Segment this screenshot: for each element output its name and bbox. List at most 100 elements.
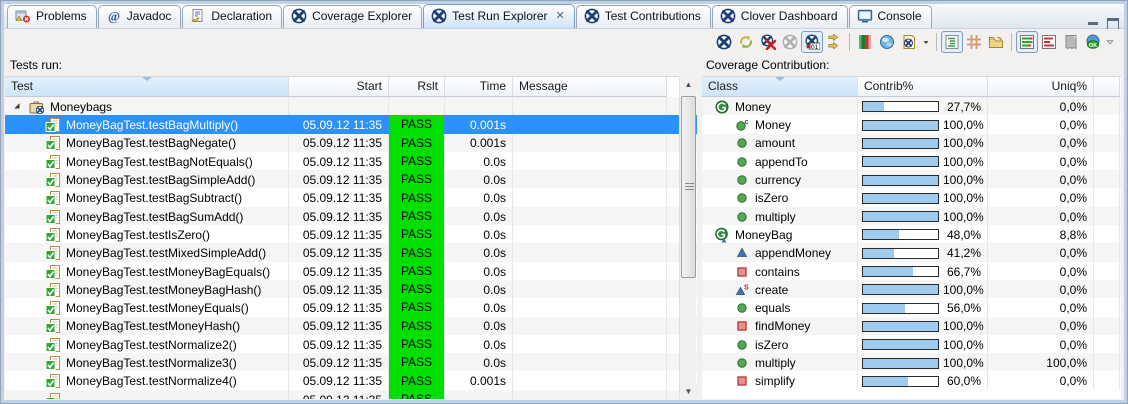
coverage-bar bbox=[862, 321, 939, 332]
coverage-member-row[interactable]: multiply100,0%100,0% bbox=[702, 353, 1121, 371]
clear-coverage-icon[interactable] bbox=[779, 31, 801, 53]
coverage-member-row[interactable]: cMoney100,0%0,0% bbox=[702, 115, 1121, 133]
coverage-markers-icon[interactable] bbox=[854, 31, 876, 53]
tab-test-contributions[interactable]: Test Contributions bbox=[576, 5, 711, 28]
tab-test-run-explorer[interactable]: Test Run Explorer✕ bbox=[423, 4, 575, 28]
blank-page-icon[interactable] bbox=[1060, 31, 1082, 53]
red-coverage-bars-icon[interactable] bbox=[1038, 31, 1060, 53]
class-or-member-name: multiply bbox=[755, 210, 796, 224]
vertical-scrollbar[interactable]: ▲ ▼ bbox=[679, 76, 696, 399]
class-or-member-name: currency bbox=[755, 173, 801, 187]
test-suite-row[interactable]: Moneybags bbox=[5, 97, 697, 115]
scrollbar-thumb[interactable] bbox=[681, 96, 696, 278]
left_panel-header-time[interactable]: Time bbox=[445, 77, 513, 97]
outline-view-icon[interactable] bbox=[941, 31, 963, 53]
coverage-member-row[interactable]: contains66,7%0,0% bbox=[702, 262, 1121, 280]
coverage-member-row[interactable]: Screate100,0%0,0% bbox=[702, 280, 1121, 298]
test-row[interactable]: MoneyBagTest.testNormalize3()05.09.12 11… bbox=[5, 353, 697, 371]
coverage-member-row[interactable]: findMoney100,0%0,0% bbox=[702, 317, 1121, 335]
coverage-member-row[interactable]: currency100,0%0,0% bbox=[702, 170, 1121, 188]
left_panel-header-message[interactable]: Message bbox=[513, 77, 667, 97]
maximize-icon[interactable] bbox=[1107, 18, 1118, 28]
scroll-down-icon[interactable]: ▼ bbox=[680, 383, 697, 399]
tab-javadoc[interactable]: @Javadoc bbox=[98, 5, 182, 28]
test-name: MoneyBagTest.testMoneyBagHash() bbox=[66, 283, 261, 297]
view-menu-chevron-icon[interactable] bbox=[1104, 31, 1116, 53]
test-row[interactable]: 05.09.12 11:35PASS bbox=[5, 390, 697, 399]
tab-clover-dashboard[interactable]: Clover Dashboard bbox=[712, 5, 848, 28]
tab-console[interactable]: Console bbox=[849, 5, 932, 28]
coverage-bar bbox=[862, 303, 939, 314]
clover-view-icon[interactable] bbox=[713, 31, 735, 53]
refresh-icon[interactable] bbox=[735, 31, 757, 53]
expand-arrow-icon[interactable] bbox=[11, 100, 24, 113]
test-row[interactable]: MoneyBagTest.testBagMultiply()05.09.12 1… bbox=[5, 115, 697, 133]
coverage-class-row[interactable]: MoneyBag48,0%8,8% bbox=[702, 225, 1121, 243]
test-icon bbox=[45, 300, 61, 316]
contrib-percent: 100,0% bbox=[943, 356, 984, 370]
test-row[interactable]: MoneyBagTest.testMoneyBagEquals()05.09.1… bbox=[5, 262, 697, 280]
pass-badge: PASS bbox=[389, 371, 444, 389]
right_panel-header-contribpct[interactable]: Contrib% bbox=[858, 77, 988, 97]
test-row[interactable]: MoneyBagTest.testMoneyEquals()05.09.12 1… bbox=[5, 298, 697, 316]
close-coverage-icon[interactable] bbox=[757, 31, 779, 53]
coverage-class-row[interactable]: Money27,7%0,0% bbox=[702, 97, 1121, 115]
cloud-report-icon[interactable] bbox=[876, 31, 898, 53]
coverage-bar-fill bbox=[863, 212, 938, 221]
test-name: MoneyBagTest.testMoneyHash() bbox=[66, 319, 240, 333]
dropdown-caret-icon[interactable] bbox=[920, 31, 932, 53]
scroll-up-icon[interactable]: ▲ bbox=[680, 76, 697, 92]
right_panel-header-class[interactable]: Class bbox=[702, 77, 858, 97]
tab-coverage-explorer[interactable]: Coverage Explorer bbox=[283, 5, 422, 28]
coverage-member-row[interactable]: simplify60,0%0,0% bbox=[702, 371, 1121, 389]
right_panel-header-uniqpct[interactable]: Uniq% bbox=[988, 77, 1094, 97]
test-row[interactable]: MoneyBagTest.testBagNotEquals()05.09.12 … bbox=[5, 152, 697, 170]
test-row[interactable]: MoneyBagTest.testBagSimpleAdd()05.09.12 … bbox=[5, 170, 697, 188]
left_panel-header-test[interactable]: Test bbox=[5, 77, 289, 97]
test-row[interactable]: MoneyBagTest.testNormalize2()05.09.12 11… bbox=[5, 335, 697, 353]
coverage-bar-fill bbox=[863, 176, 938, 185]
test-row[interactable]: MoneyBagTest.testBagNegate()05.09.12 11:… bbox=[5, 134, 697, 152]
grid-view-icon[interactable] bbox=[963, 31, 985, 53]
coverage-member-row[interactable]: multiply100,0%0,0% bbox=[702, 207, 1121, 225]
coverage-member-row[interactable]: equals56,0%0,0% bbox=[702, 298, 1121, 316]
coverage-bar bbox=[862, 229, 939, 240]
right_panel-header-filler[interactable] bbox=[1094, 77, 1120, 97]
coverage-per-test-icon[interactable]: 01 bbox=[801, 31, 823, 53]
coverage-bar bbox=[862, 376, 939, 387]
elapsed-time: 0.001s bbox=[445, 115, 513, 133]
test-row[interactable]: MoneyBagTest.testBagSumAdd()05.09.12 11:… bbox=[5, 207, 697, 225]
green-coverage-bars-icon[interactable] bbox=[1016, 31, 1038, 53]
tests-run-label: Tests run: bbox=[10, 58, 62, 72]
coverage-bar bbox=[862, 138, 939, 149]
column-label: Rslt bbox=[417, 79, 438, 93]
coverage-member-row[interactable]: isZero100,0%0,0% bbox=[702, 188, 1121, 206]
test-row[interactable]: MoneyBagTest.testMoneyBagHash()05.09.12 … bbox=[5, 280, 697, 298]
test-row[interactable]: MoneyBagTest.testNormalize4()05.09.12 11… bbox=[5, 371, 697, 389]
ok-status-icon[interactable]: OK bbox=[1082, 31, 1104, 53]
test-row[interactable]: MoneyBagTest.testMoneyHash()05.09.12 11:… bbox=[5, 317, 697, 335]
left_panel-header-start[interactable]: Start bbox=[289, 77, 389, 97]
export-session-icon[interactable] bbox=[985, 31, 1007, 53]
generate-report-icon[interactable] bbox=[898, 31, 920, 53]
step-tests-icon[interactable] bbox=[823, 31, 845, 53]
tab-declaration[interactable]: Declaration bbox=[182, 5, 282, 28]
start-time: 05.09.12 11:35 bbox=[289, 188, 389, 206]
minimize-icon[interactable] bbox=[1088, 18, 1099, 28]
coverage-member-row[interactable]: appendTo100,0%0,0% bbox=[702, 152, 1121, 170]
test-row[interactable]: MoneyBagTest.testBagSubtract()05.09.12 1… bbox=[5, 188, 697, 206]
filler-cell bbox=[1094, 317, 1120, 335]
test-row[interactable]: MoneyBagTest.testMixedSimpleAdd()05.09.1… bbox=[5, 243, 697, 261]
test-row[interactable]: MoneyBagTest.testIsZero()05.09.12 11:35P… bbox=[5, 225, 697, 243]
filler-cell bbox=[1094, 262, 1120, 280]
tab-problems[interactable]: Problems bbox=[7, 5, 97, 28]
coverage-bar-fill bbox=[863, 285, 938, 294]
coverage-member-row[interactable]: isZero100,0%0,0% bbox=[702, 335, 1121, 353]
coverage-member-row[interactable]: appendMoney41,2%0,0% bbox=[702, 243, 1121, 261]
start-time: 05.09.12 11:35 bbox=[289, 390, 389, 399]
left_panel-header-rslt[interactable]: Rslt bbox=[389, 77, 445, 97]
coverage-member-row[interactable]: amount100,0%0,0% bbox=[702, 134, 1121, 152]
test-suite-icon bbox=[29, 99, 45, 115]
close-tab-icon[interactable]: ✕ bbox=[556, 9, 565, 22]
class-or-member-name: multiply bbox=[755, 356, 796, 370]
